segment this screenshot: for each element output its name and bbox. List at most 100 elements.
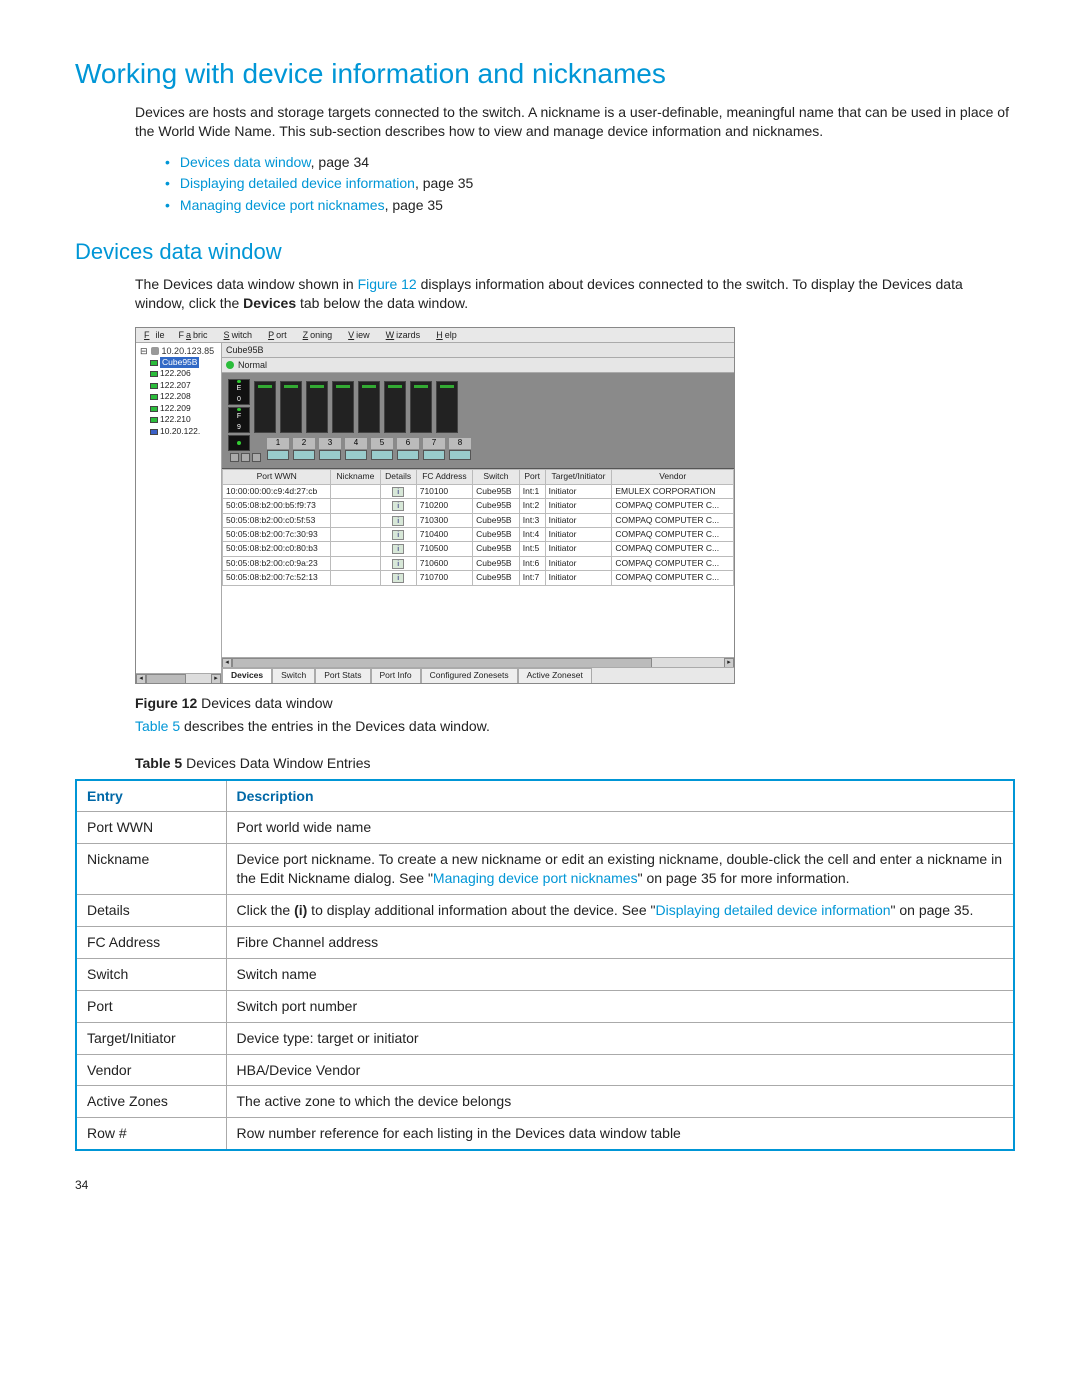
menu-file[interactable]: File [140, 329, 167, 341]
tree-node-label: 122.210 [160, 414, 191, 425]
grid-row[interactable]: 50:05:08:b2:00:c0:5f:53i710300Cube95BInt… [223, 513, 734, 527]
port-number: 3 [319, 438, 341, 449]
menu-help[interactable]: Help [432, 329, 459, 341]
menu-port[interactable]: Port [264, 329, 289, 341]
details-info-icon[interactable]: i [392, 530, 404, 540]
port-slot[interactable] [410, 381, 432, 433]
col-header[interactable]: Port [519, 470, 545, 484]
scroll-left-button[interactable]: ◂ [136, 674, 146, 683]
port-slot[interactable] [332, 381, 354, 433]
col-header[interactable]: Vendor [612, 470, 734, 484]
port-icon[interactable] [345, 450, 367, 460]
fabric-tree[interactable]: ⊟10.20.123.85 Cube95B 122.206 122.207 12… [136, 343, 222, 683]
port-icon[interactable] [449, 450, 471, 460]
port-type-label: F [237, 412, 241, 421]
grid-row[interactable]: 50:05:08:b2:00:7c:30:93i710400Cube95BInt… [223, 528, 734, 542]
tree-node-label: 122.208 [160, 391, 191, 402]
table-row: Active ZonesThe active zone to which the… [76, 1086, 1014, 1118]
entry-cell: Vendor [76, 1054, 226, 1086]
menu-wizards[interactable]: Wizards [382, 329, 423, 341]
port-slot[interactable] [358, 381, 380, 433]
led-icon [237, 408, 241, 411]
tree-node[interactable]: 122.206 [138, 368, 221, 379]
menubar[interactable]: File Fabric Switch Port Zoning View Wiza… [136, 328, 734, 343]
port-diagram: E0 F9 [222, 373, 734, 469]
grid-row[interactable]: 50:05:08:b2:00:b5:f9:73i710200Cube95BInt… [223, 499, 734, 513]
menu-fabric[interactable]: Fabric [177, 329, 210, 341]
menu-zoning[interactable]: Zoning [299, 329, 335, 341]
menu-view[interactable]: View [344, 329, 372, 341]
grid-hscrollbar[interactable]: ◂▸ [222, 657, 734, 667]
grid-row[interactable]: 50:05:08:b2:00:c0:9a:23i710600Cube95BInt… [223, 556, 734, 570]
entry-cell: Active Zones [76, 1086, 226, 1118]
bullet-link[interactable]: Displaying detailed device information [180, 175, 415, 191]
details-info-icon[interactable]: i [392, 501, 404, 511]
tab-switch[interactable]: Switch [272, 668, 315, 682]
inline-link[interactable]: Displaying detailed device information [656, 902, 891, 918]
tree-node-label: Cube95B [160, 357, 199, 368]
entries-col-description: Description [226, 780, 1014, 812]
entry-cell: Nickname [76, 844, 226, 895]
port-icon[interactable] [293, 450, 315, 460]
col-header[interactable]: Target/Initiator [545, 470, 612, 484]
tree-node[interactable]: 122.209 [138, 403, 221, 414]
bullet-link[interactable]: Managing device port nicknames [180, 197, 385, 213]
tab-configured-zonesets[interactable]: Configured Zonesets [421, 668, 518, 682]
tree-node[interactable]: 122.207 [138, 380, 221, 391]
details-info-icon[interactable]: i [392, 516, 404, 526]
port-module[interactable]: E0 [228, 379, 250, 405]
devices-grid[interactable]: Port WWN Nickname Details FC Address Swi… [222, 469, 734, 657]
table-row: FC AddressFibre Channel address [76, 926, 1014, 958]
tree-hscrollbar[interactable]: ◂▸ [136, 673, 221, 683]
table-row: Row #Row number reference for each listi… [76, 1118, 1014, 1150]
details-info-icon[interactable]: i [392, 573, 404, 583]
tree-node[interactable]: 122.210 [138, 414, 221, 425]
details-info-icon[interactable]: i [392, 487, 404, 497]
tree-node-selected[interactable]: Cube95B [138, 357, 221, 368]
menu-switch[interactable]: Switch [220, 329, 255, 341]
scroll-thumb[interactable] [146, 674, 186, 683]
port-icon[interactable] [423, 450, 445, 460]
col-header[interactable]: Details [380, 470, 416, 484]
desc-cell: Port world wide name [226, 812, 1014, 844]
inline-link[interactable]: Managing device port nicknames [433, 870, 638, 886]
col-header[interactable]: FC Address [416, 470, 472, 484]
port-slot[interactable] [254, 381, 276, 433]
port-icon[interactable] [371, 450, 393, 460]
entry-cell: Details [76, 895, 226, 927]
col-header[interactable]: Nickname [331, 470, 380, 484]
port-icon[interactable] [319, 450, 341, 460]
entry-cell: FC Address [76, 926, 226, 958]
port-slot[interactable] [306, 381, 328, 433]
port-icon[interactable] [267, 450, 289, 460]
port-slot[interactable] [384, 381, 406, 433]
port-slot[interactable] [436, 381, 458, 433]
figure-ref-link[interactable]: Figure 12 [358, 276, 417, 292]
bullet-item: Displaying detailed device information, … [165, 174, 1015, 193]
col-header[interactable]: Port WWN [223, 470, 331, 484]
tab-devices[interactable]: Devices [222, 668, 272, 682]
app-screenshot: File Fabric Switch Port Zoning View Wiza… [135, 327, 735, 684]
table-ref-link[interactable]: Table 5 [135, 718, 180, 734]
col-header[interactable]: Switch [473, 470, 520, 484]
grid-row[interactable]: 50:05:08:b2:00:7c:52:13i710700Cube95BInt… [223, 571, 734, 585]
grid-row[interactable]: 10:00:00:00:c9:4d:27:cbi710100Cube95BInt… [223, 484, 734, 498]
tree-node[interactable]: 10.20.122. [138, 426, 221, 437]
port-number: 4 [345, 438, 367, 449]
tree-node[interactable]: 122.208 [138, 391, 221, 402]
tab-port-info[interactable]: Port Info [371, 668, 421, 682]
details-info-icon[interactable]: i [392, 559, 404, 569]
tree-root[interactable]: ⊟10.20.123.85 [138, 345, 221, 357]
grid-row[interactable]: 50:05:08:b2:00:c0:80:b3i710500Cube95BInt… [223, 542, 734, 556]
bullet-link[interactable]: Devices data window [180, 154, 311, 170]
tree-node-label: 122.209 [160, 403, 191, 414]
details-info-icon[interactable]: i [392, 544, 404, 554]
port-module[interactable]: F9 [228, 407, 250, 433]
scroll-right-button[interactable]: ▸ [211, 674, 221, 683]
port-icon[interactable] [397, 450, 419, 460]
port-slot[interactable] [280, 381, 302, 433]
tab-active-zoneset[interactable]: Active Zoneset [518, 668, 592, 682]
bottom-tabs[interactable]: Devices Switch Port Stats Port Info Conf… [222, 667, 734, 682]
table-row: DetailsClick the (i) to display addition… [76, 895, 1014, 927]
tab-port-stats[interactable]: Port Stats [315, 668, 370, 682]
